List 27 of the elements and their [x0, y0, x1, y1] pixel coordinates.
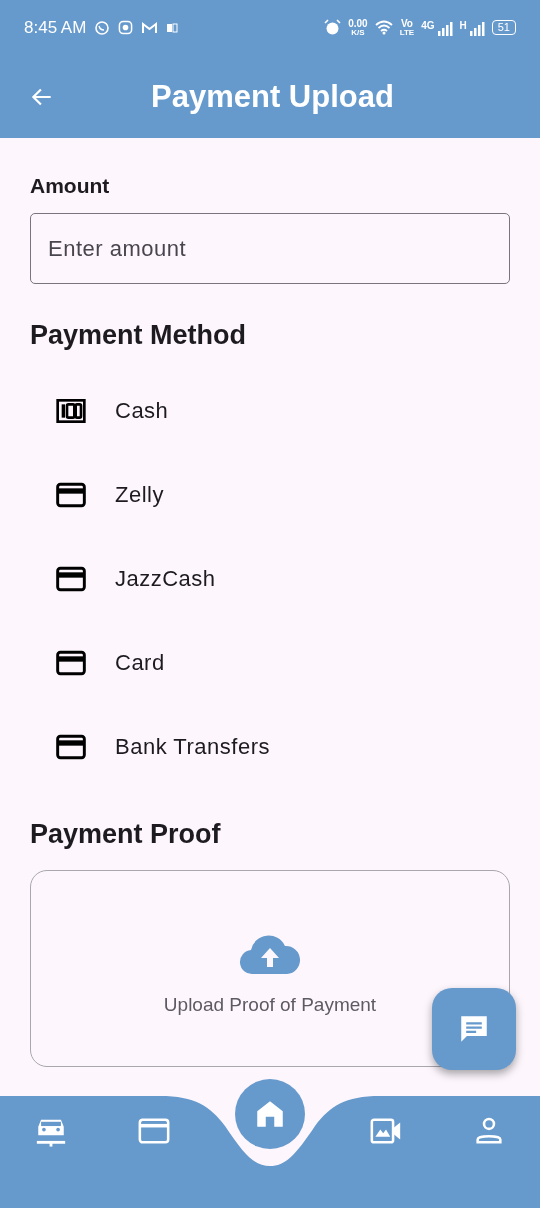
section-heading: Payment Proof [30, 819, 222, 850]
app-icon [166, 21, 179, 34]
app-icon [118, 20, 134, 35]
page-title: Payment Upload [151, 78, 394, 115]
speed-unit: K/S [351, 27, 365, 37]
field-label: Amount [30, 174, 111, 198]
amount-input-field[interactable]: Enter amount [30, 213, 510, 284]
network-type: H [459, 19, 467, 31]
payment-method-item[interactable]: Zelly [30, 453, 510, 537]
mail-icon [141, 20, 159, 35]
chat-icon [94, 19, 111, 36]
payment-method-item[interactable]: Card [30, 621, 510, 705]
payment-method-item[interactable]: Bank Transfers [30, 705, 510, 789]
volte-label: Vo [400, 18, 413, 28]
network-type: 4G [421, 19, 435, 31]
home-button[interactable] [235, 1079, 305, 1149]
upload-label: Upload Proof of Payment [163, 993, 377, 1016]
wifi-icon [374, 20, 393, 35]
alarm-icon [324, 19, 342, 36]
battery-indicator: 51 [491, 20, 516, 35]
payment-method-item[interactable]: JazzCash [30, 537, 510, 621]
chat-button[interactable] [432, 988, 516, 1070]
payment-method-item[interactable]: Cash [30, 369, 510, 453]
network-speed: 0.00 [348, 18, 368, 28]
lte-label: LTE [399, 27, 415, 37]
section-heading: Payment Method [30, 320, 248, 351]
status-time: 8:45 AM [24, 17, 87, 38]
